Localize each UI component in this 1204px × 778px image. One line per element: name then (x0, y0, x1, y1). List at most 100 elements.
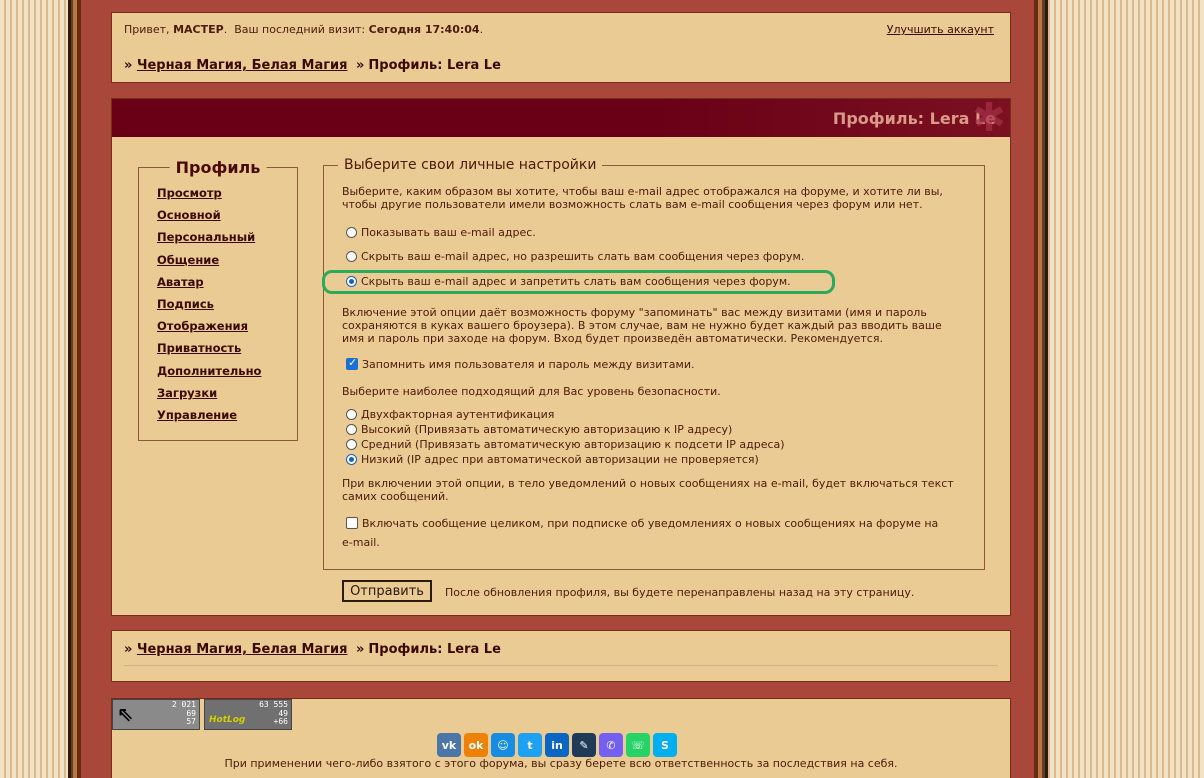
nav-item-privacy[interactable]: Приватность (157, 341, 261, 363)
share-skype-button[interactable]: S (653, 733, 677, 757)
page-main: Привет, МАСТЕР. Ваш последний визит: Сег… (81, 0, 1034, 778)
asterisk-ornament-icon: ✱ (972, 95, 1006, 141)
fulltext-checkbox[interactable] (346, 517, 358, 529)
security-radio-low[interactable] (346, 453, 357, 465)
breadcrumb: » Черная Магия, Белая Магия » Профиль: Le… (124, 58, 501, 73)
counter-value: 63 555 (259, 700, 288, 709)
odnoklassniki-icon: ok (468, 738, 484, 752)
security-radio-medium[interactable] (346, 438, 357, 450)
breadcrumb-forum-link[interactable]: Черная Магия, Белая Магия (137, 58, 348, 73)
greeting-prefix: Привет, (124, 23, 170, 36)
highlight-annotation (322, 270, 835, 294)
visit-counter[interactable]: ⇖ 2 021 69 57 (112, 699, 200, 730)
livejournal-icon: ✎ (579, 738, 589, 752)
profile-header: Профиль: Lera Le ✱ (112, 95, 1010, 141)
share-whatsapp-button[interactable]: ☏ (626, 733, 650, 757)
hotlog-counter[interactable]: HotLog 63 555 49 +66 (204, 699, 292, 730)
share-linkedin-button[interactable]: in (545, 733, 569, 757)
breadcrumb-separator: » (124, 642, 133, 657)
divider (124, 665, 998, 666)
security-option-low[interactable]: Низкий (IP адрес при автоматической авто… (346, 451, 759, 467)
profile-panel: Профиль: Lera Le ✱ Профиль Просмотр Осно… (111, 98, 1011, 616)
last-visit-dot: . (479, 23, 484, 36)
greeting: Привет, МАСТЕР. Ваш последний визит: Сег… (124, 23, 483, 36)
share-buttons: vk ok ☺ t in ✎ ✆ ☏ S (437, 733, 677, 757)
upgrade-account-link[interactable]: Улучшить аккаунт (887, 23, 994, 36)
security-description: Выберите наиболее подходящий для Вас уро… (342, 385, 721, 398)
skype-icon: S (661, 738, 669, 752)
username: МАСТЕР (173, 23, 224, 36)
user-bar: Привет, МАСТЕР. Ваш последний визит: Сег… (111, 12, 1011, 83)
moimir-icon: ☺ (497, 738, 509, 752)
share-moimir-button[interactable]: ☺ (491, 733, 515, 757)
linkedin-icon: in (551, 738, 563, 752)
nav-item-personal[interactable]: Персональный (157, 230, 261, 252)
email-option-hide-allow[interactable]: Скрыть ваш e-mail адрес, но разрешить сл… (346, 248, 804, 264)
security-option-2fa[interactable]: Двухфакторная аутентификация (346, 406, 554, 422)
remember-option[interactable]: Запомнить имя пользователя и пароль межд… (346, 356, 694, 372)
nav-item-communication[interactable]: Общение (157, 253, 261, 275)
arrow-up-left-icon: ⇖ (117, 702, 134, 726)
personal-settings-fieldset: Выберите свои личные настройки Выберите,… (323, 157, 985, 570)
security-option-medium[interactable]: Средний (Привязать автоматическую автори… (346, 436, 785, 452)
share-livejournal-button[interactable]: ✎ (572, 733, 596, 757)
bottom-breadcrumb-bar: » Черная Магия, Белая Магия » Профиль: Le… (111, 630, 1011, 682)
security-option-high[interactable]: Высокий (Привязать автоматическую автори… (346, 421, 732, 437)
twitter-icon: t (527, 738, 533, 752)
nav-item-uploads[interactable]: Загрузки (157, 386, 261, 408)
footer: ⇖ 2 021 69 57 HotLog 63 555 49 +66 vk ok… (111, 698, 1011, 778)
breadcrumb-current: Профиль: Lera Le (368, 58, 501, 73)
last-visit-label: Ваш последний визит: (234, 23, 366, 36)
remember-description: Включение этой опции даёт возможность фо… (342, 306, 942, 345)
profile-nav: Профиль Просмотр Основной Персональный О… (138, 158, 298, 441)
viber-icon: ✆ (606, 738, 616, 752)
greeting-dot: . (223, 23, 228, 36)
email-radio-show[interactable] (346, 226, 357, 238)
decorative-frame-right (1034, 0, 1048, 778)
security-option-label: Высокий (Привязать автоматическую автори… (361, 422, 733, 436)
breadcrumb-separator: » (356, 58, 365, 73)
fulltext-description: При включении этой опции, в тело уведомл… (342, 477, 954, 503)
breadcrumb-current: Профиль: Lera Le (368, 642, 501, 657)
security-option-label: Двухфакторная аутентификация (361, 407, 555, 421)
nav-item-display[interactable]: Отображения (157, 319, 261, 341)
share-twitter-button[interactable]: t (518, 733, 542, 757)
share-vk-button[interactable]: vk (437, 733, 461, 757)
disclaimer: При применении чего-либо взятого с этого… (224, 757, 898, 770)
vk-icon: vk (441, 738, 457, 752)
decorative-frame-left (68, 0, 81, 778)
nav-item-avatar[interactable]: Аватар (157, 275, 261, 297)
submit-note: После обновления профиля, вы будете пере… (445, 586, 915, 599)
profile-nav-title: Профиль (169, 158, 267, 177)
nav-item-manage[interactable]: Управление (157, 408, 261, 430)
profile-nav-list: Просмотр Основной Персональный Общение А… (157, 186, 261, 430)
breadcrumb-separator: » (124, 58, 133, 73)
nav-item-advanced[interactable]: Дополнительно (157, 364, 261, 386)
breadcrumb: » Черная Магия, Белая Магия » Профиль: Le… (124, 642, 501, 657)
share-odnoklassniki-button[interactable]: ok (464, 733, 488, 757)
nav-item-view[interactable]: Просмотр (157, 186, 261, 208)
fulltext-label-continued: e-mail. (342, 536, 380, 549)
last-visit-value: Сегодня 17:40:04 (368, 23, 480, 36)
breadcrumb-separator: » (356, 642, 365, 657)
breadcrumb-forum-link[interactable]: Черная Магия, Белая Магия (137, 642, 348, 657)
fulltext-label: Включать сообщение целиком, при подписке… (362, 516, 939, 530)
email-option-label: Показывать ваш e-mail адрес. (361, 225, 536, 239)
email-option-label: Скрыть ваш e-mail адрес, но разрешить сл… (361, 249, 805, 263)
nav-item-signature[interactable]: Подпись (157, 297, 261, 319)
submit-button[interactable]: Отправить (342, 580, 432, 602)
fulltext-option[interactable]: Включать сообщение целиком, при подписке… (346, 515, 938, 531)
security-radio-2fa[interactable] (346, 408, 357, 420)
nav-item-main[interactable]: Основной (157, 208, 261, 230)
security-option-label: Средний (Привязать автоматическую автори… (361, 437, 785, 451)
settings-legend: Выберите свои личные настройки (338, 157, 603, 173)
email-description: Выберите, каким образом вы хотите, чтобы… (342, 185, 943, 211)
share-viber-button[interactable]: ✆ (599, 733, 623, 757)
email-option-show[interactable]: Показывать ваш e-mail адрес. (346, 224, 536, 240)
security-option-label: Низкий (IP адрес при автоматической авто… (361, 452, 759, 466)
whatsapp-icon: ☏ (631, 738, 645, 752)
email-radio-hide-allow[interactable] (346, 250, 357, 262)
security-radio-high[interactable] (346, 423, 357, 435)
remember-checkbox[interactable] (346, 356, 358, 370)
hotlog-logo: HotLog (209, 715, 246, 725)
